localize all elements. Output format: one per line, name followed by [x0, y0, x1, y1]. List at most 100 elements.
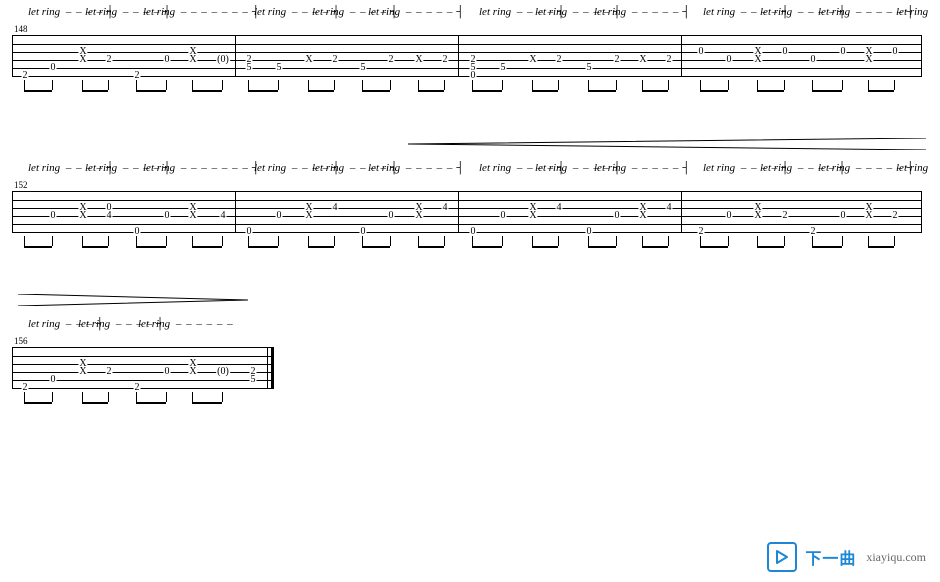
rhythm-stem [362, 80, 363, 90]
rhythm-beam [248, 246, 278, 248]
rhythm-stem [616, 236, 617, 246]
let-ring-marking: let ring – – – – – – –┤ [143, 6, 264, 18]
tab-note: 5 [360, 64, 367, 72]
let-ring-label: let ring [760, 162, 792, 174]
tab-note: 4 [220, 212, 227, 220]
let-ring-label: let ring [143, 162, 175, 174]
tab-system: let ring – – –┤let ring – – – –┤let ring… [12, 294, 928, 408]
rhythm-stem [136, 80, 137, 90]
rhythm-stem [558, 236, 559, 246]
rhythm-stem [532, 80, 533, 90]
rhythm-beam [812, 246, 842, 248]
rhythm-stem [842, 236, 843, 246]
rhythm-stem [894, 236, 895, 246]
tab-note: X [78, 212, 87, 220]
tab-note: 2 [22, 72, 29, 80]
rhythm-stem [222, 236, 223, 246]
rhythm-stem [390, 236, 391, 246]
let-ring-label: let ring [368, 162, 400, 174]
tab-note: 4 [666, 204, 673, 212]
rhythm-row [12, 80, 928, 96]
let-ring-label: let ring [254, 162, 286, 174]
tab-note: 2 [106, 56, 113, 64]
tab-note: X [414, 56, 423, 64]
rhythm-stem [868, 236, 869, 246]
rhythm-beam [24, 246, 52, 248]
let-ring-label: let ring [535, 162, 567, 174]
tab-note: 2 [442, 56, 449, 64]
rhythm-stem [894, 80, 895, 90]
measure-number: 152 [14, 180, 928, 190]
rhythm-stem [192, 80, 193, 90]
rhythm-beam [192, 90, 222, 92]
rhythm-beam [248, 90, 278, 92]
rhythm-beam [82, 402, 108, 404]
rhythm-stem [222, 80, 223, 90]
let-ring-label: let ring [896, 6, 928, 18]
tab-note: 0 [500, 212, 507, 220]
let-ring-label: let ring [28, 318, 60, 330]
rhythm-stem [166, 80, 167, 90]
tab-note: 2 [698, 228, 705, 236]
tab-note: X [638, 56, 647, 64]
staff-line [13, 200, 921, 201]
rhythm-beam [642, 90, 668, 92]
let-ring-marking: let ring – – – – –┤ [368, 162, 468, 174]
tab-note: 0 [134, 228, 141, 236]
tab-note: 0 [840, 48, 847, 56]
let-ring-marking: let ring [896, 162, 930, 174]
rhythm-beam [192, 246, 222, 248]
rhythm-row [12, 236, 928, 252]
rhythm-stem [82, 80, 83, 90]
let-ring-row: let ring – – – –┤let ring – – – –┤let ri… [18, 6, 928, 22]
rhythm-stem [278, 236, 279, 246]
footer-watermark: 下一曲 xiayiqu.com [767, 542, 926, 572]
tab-note: 0 [698, 48, 705, 56]
tab-note: 2 [614, 56, 621, 64]
tab-note: 0 [726, 212, 733, 220]
let-ring-marking: let ring – – – – –┤ [594, 162, 694, 174]
staff-line [13, 224, 921, 225]
rhythm-stem [668, 236, 669, 246]
rhythm-beam [308, 90, 334, 92]
tab-note: 0 [50, 212, 57, 220]
let-ring-label: let ring [143, 6, 175, 18]
rhythm-stem [418, 80, 419, 90]
rhythm-stem [757, 236, 758, 246]
rhythm-beam [418, 246, 444, 248]
barline [235, 192, 236, 232]
tab-note: X [188, 56, 197, 64]
tab-note: X [753, 56, 762, 64]
rhythm-beam [588, 90, 616, 92]
rhythm-stem [502, 236, 503, 246]
let-ring-marking: let ring – – – – –┤ [594, 6, 694, 18]
tab-note: X [414, 212, 423, 220]
let-ring-label: let ring [703, 6, 735, 18]
staff-line [13, 356, 273, 357]
rhythm-beam [24, 402, 52, 404]
let-ring-row: let ring – – – –┤let ring – – – –┤let ri… [18, 162, 928, 178]
tab-note: X [528, 212, 537, 220]
barline [235, 36, 236, 76]
tab-staff: XXX20X(0)0222X22X25552X22X255500X00X00X0… [12, 35, 922, 77]
rhythm-beam [757, 246, 784, 248]
let-ring-label: let ring [594, 162, 626, 174]
tab-note: 0 [50, 64, 57, 72]
rhythm-stem [700, 236, 701, 246]
let-ring-label: let ring [479, 162, 511, 174]
rhythm-stem [24, 80, 25, 90]
tab-note: X [864, 212, 873, 220]
rhythm-stem [472, 80, 473, 90]
rhythm-beam [700, 246, 728, 248]
barline [681, 192, 682, 232]
tab-note: X [528, 56, 537, 64]
rhythm-beam [308, 246, 334, 248]
rhythm-beam [136, 246, 166, 248]
rhythm-stem [668, 80, 669, 90]
rhythm-beam [812, 90, 842, 92]
rhythm-beam [868, 246, 894, 248]
rhythm-stem [532, 236, 533, 246]
tab-note: 0 [360, 228, 367, 236]
barline [681, 36, 682, 76]
rhythm-beam [136, 90, 166, 92]
